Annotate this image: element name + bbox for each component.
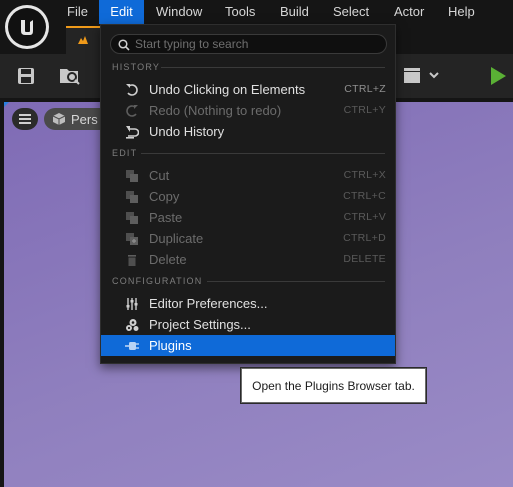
section-header-history: HISTORY — [112, 62, 161, 72]
undo-icon — [124, 82, 140, 97]
level-tab[interactable] — [66, 26, 100, 54]
menu-item-label: Editor Preferences... — [149, 296, 268, 311]
unreal-logo-icon[interactable] — [5, 5, 49, 49]
menu-help[interactable]: Help — [440, 0, 483, 24]
delete-icon — [124, 252, 140, 267]
perspective-button[interactable]: Pers — [44, 108, 104, 130]
shortcut-label: CTRL+V — [343, 211, 386, 223]
menu-item-label: Paste — [149, 210, 183, 225]
shortcut-label: CTRL+Z — [344, 83, 386, 95]
menu-item-label: Duplicate — [149, 231, 204, 246]
menu-tools[interactable]: Tools — [217, 0, 263, 24]
section-header-configuration: CONFIGURATION — [112, 276, 203, 286]
play-icon[interactable] — [487, 65, 509, 87]
browse-content-icon[interactable] — [58, 65, 82, 87]
menu-item-label: Cut — [149, 168, 170, 183]
menu-item-delete: Delete DELETE — [101, 249, 395, 270]
menu-item-duplicate: Duplicate CTRL+D — [101, 228, 395, 249]
level-icon — [77, 32, 89, 50]
edit-menu-dropdown: HISTORY Undo Clicking on Elements CTRL+Z… — [100, 24, 396, 364]
redo-icon — [124, 103, 140, 118]
section-header-edit: EDIT — [112, 148, 138, 158]
menu-item-redo: Redo (Nothing to redo) CTRL+Y — [101, 100, 395, 121]
menu-edit[interactable]: Edit — [99, 0, 144, 24]
cinematics-icon[interactable] — [401, 66, 441, 86]
menu-item-project-settings[interactable]: Project Settings... — [101, 314, 395, 335]
menu-item-plugins[interactable]: Plugins — [101, 335, 395, 356]
menu-select[interactable]: Select — [325, 0, 377, 24]
menu-item-label: Delete — [149, 252, 187, 267]
menu-item-label: Undo History — [149, 124, 225, 139]
tooltip-text: Open the Plugins Browser tab. — [252, 378, 415, 393]
plugins-tooltip: Open the Plugins Browser tab. — [241, 368, 426, 403]
menu-item-editor-preferences[interactable]: Editor Preferences... — [101, 293, 395, 314]
shortcut-label: CTRL+Y — [343, 104, 386, 116]
menu-item-cut: Cut CTRL+X — [101, 165, 395, 186]
menu-item-undo[interactable]: Undo Clicking on Elements CTRL+Z — [101, 79, 395, 100]
plug-icon — [124, 338, 140, 353]
perspective-label: Pers — [71, 111, 98, 127]
menu-file[interactable]: File — [59, 0, 96, 24]
paste-icon — [124, 210, 140, 225]
menu-build[interactable]: Build — [272, 0, 317, 24]
divider — [141, 153, 385, 154]
divider — [161, 67, 385, 68]
shortcut-label: CTRL+X — [343, 169, 386, 181]
menu-search-box[interactable] — [110, 34, 387, 54]
menu-item-paste: Paste CTRL+V — [101, 207, 395, 228]
menu-item-label: Project Settings... — [149, 317, 251, 332]
menu-search-input[interactable] — [135, 35, 380, 53]
shortcut-label: CTRL+C — [343, 190, 386, 202]
menu-item-label: Redo (Nothing to redo) — [149, 103, 282, 118]
viewport-focus-marker — [4, 102, 9, 107]
search-icon — [118, 38, 130, 56]
sliders-icon — [124, 296, 140, 311]
menu-item-label: Plugins — [149, 338, 192, 353]
menu-item-undo-history[interactable]: Undo History — [101, 121, 395, 142]
hamburger-icon — [19, 114, 31, 124]
menu-item-copy: Copy CTRL+C — [101, 186, 395, 207]
undo-history-icon — [124, 124, 140, 139]
menu-actor[interactable]: Actor — [386, 0, 432, 24]
divider — [207, 281, 385, 282]
duplicate-icon — [124, 231, 140, 246]
viewport-menu-button[interactable] — [12, 108, 38, 130]
shortcut-label: DELETE — [343, 253, 386, 265]
menu-window[interactable]: Window — [148, 0, 210, 24]
save-icon[interactable] — [15, 66, 37, 86]
gears-icon — [124, 317, 140, 332]
shortcut-label: CTRL+D — [343, 232, 386, 244]
menu-bar: File Edit Window Tools Build Select Acto… — [0, 0, 513, 24]
menu-item-label: Copy — [149, 189, 180, 204]
cube-icon — [52, 112, 66, 126]
menu-item-label: Undo Clicking on Elements — [149, 82, 306, 97]
copy-icon — [124, 189, 140, 204]
cut-icon — [124, 168, 140, 183]
